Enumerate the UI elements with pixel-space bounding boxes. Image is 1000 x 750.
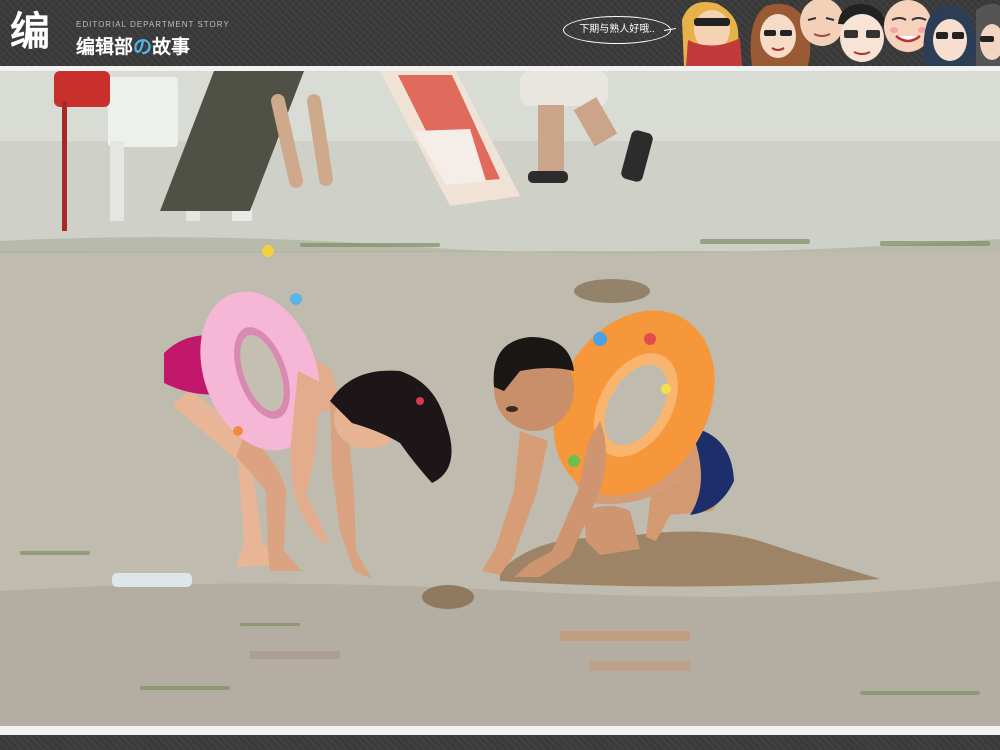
sand-clump	[422, 585, 474, 609]
speech-bubble-tagline: 下期与熟人好哦..	[563, 16, 671, 44]
cartoon-faces-banner	[682, 0, 1000, 66]
face-icon-partial	[976, 3, 1000, 66]
logo-mark[interactable]: 编	[10, 6, 70, 58]
face-icon-woman-brown-hair	[750, 3, 811, 66]
sand-mound-back	[574, 279, 650, 303]
face-icon-man-glasses	[838, 4, 886, 62]
background-pole	[62, 101, 67, 231]
site-footer-bar	[0, 735, 1000, 750]
beach-photo	[0, 71, 1000, 726]
site-header: 编 EDITORIAL DEPARTMENT STORY 编辑部の故事 下期与熟…	[0, 0, 1000, 66]
beach-scene-illustration	[0, 71, 1000, 726]
logo-english-subtitle: EDITORIAL DEPARTMENT STORY	[76, 20, 230, 29]
logo-cn-left: 编辑部	[76, 36, 134, 58]
face-icon-bald-man	[800, 0, 844, 46]
face-icon-masked	[682, 2, 742, 66]
logo-cn-mid: の	[133, 36, 153, 58]
litter-plastic	[112, 573, 192, 587]
face-icon-woman-dark-hair	[923, 5, 976, 66]
logo-chinese-title[interactable]: 编辑部の故事	[76, 32, 190, 59]
logo-cn-right: 故事	[152, 36, 191, 58]
